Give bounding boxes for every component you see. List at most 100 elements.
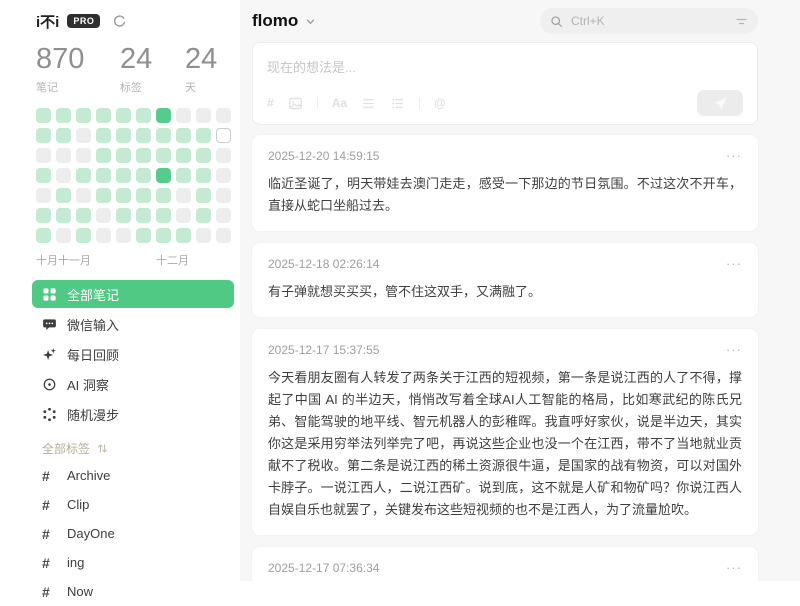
sidebar-item-label: 微信输入: [67, 315, 119, 334]
heatmap-cell: [176, 108, 191, 123]
heatmap-cell: [156, 188, 171, 203]
memo-list: 2025-12-20 14:59:15 ··· 临近圣诞了，明天带娃去澳门走走，…: [252, 135, 758, 581]
stat-days: 24 天: [185, 44, 217, 95]
heatmap-cell: [176, 128, 191, 143]
main-header: flomo: [252, 8, 758, 34]
hash-tool-icon[interactable]: #: [267, 96, 274, 110]
heatmap-cell: [116, 188, 131, 203]
heatmap-cell: [136, 148, 151, 163]
mention-tool-icon[interactable]: @: [434, 96, 446, 110]
tag-item-dayone[interactable]: # DayOne: [32, 519, 234, 548]
heatmap-cell: [176, 208, 191, 223]
memo-header: 2025-12-17 07:36:34 ···: [268, 560, 742, 576]
search-input[interactable]: [569, 13, 735, 29]
sidebar-item-random-walk[interactable]: 随机漫步: [32, 400, 234, 428]
filter-icon[interactable]: [735, 15, 748, 28]
heatmap-cell: [96, 128, 111, 143]
memo-header: 2025-12-20 14:59:15 ···: [268, 148, 742, 164]
more-menu-icon[interactable]: ···: [726, 151, 742, 161]
heatmap-cell: [216, 168, 231, 183]
heatmap-cell: [176, 148, 191, 163]
sidebar-item-daily-review[interactable]: 每日回顾: [32, 340, 234, 368]
heatmap-cell: [96, 208, 111, 223]
user-name: i不i: [36, 11, 59, 32]
heatmap-cell: [36, 188, 51, 203]
tag-item-ing[interactable]: # ing: [32, 548, 234, 577]
format-tool-icon[interactable]: Aa: [332, 96, 347, 110]
tags-header-label: 全部标签: [42, 440, 90, 457]
heatmap-cell: [156, 228, 171, 243]
memo-content: 临近圣诞了，明天带娃去澳门走走，感受一下那边的节日氛围。不过这次不开车，直接从蛇…: [268, 173, 742, 217]
heatmap-cell: [136, 128, 151, 143]
heatmap-cell: [196, 108, 211, 123]
heatmap-cell: [156, 148, 171, 163]
heatmap-cell: [76, 188, 91, 203]
chevron-down-icon: [305, 16, 316, 27]
toolbar-divider: [317, 97, 318, 109]
stat-tags-label: 标签: [120, 79, 185, 95]
tag-item-archive[interactable]: # Archive: [32, 461, 234, 490]
memo-content: 有子弹就想买买买，管不住这双手，又满融了。: [268, 281, 742, 303]
checklist-tool-icon[interactable]: [390, 96, 405, 111]
send-button[interactable]: [697, 90, 743, 116]
stat-tags-value: 24: [120, 44, 185, 74]
heatmap-cell: [56, 188, 71, 203]
tag-item-clip[interactable]: # Clip: [32, 490, 234, 519]
heatmap-cell: [56, 108, 71, 123]
main-area: flomo 现在的想法是...: [240, 0, 800, 581]
heatmap-cell: [96, 228, 111, 243]
stat-memos-label: 笔记: [36, 79, 120, 95]
heatmap-cell: [156, 168, 171, 183]
heatmap-cell: [96, 148, 111, 163]
heatmap-cell: [196, 128, 211, 143]
image-tool-icon[interactable]: [288, 96, 303, 111]
memo-input[interactable]: 现在的想法是...: [267, 57, 743, 76]
heatmap-cell: [76, 108, 91, 123]
tag-label: ing: [67, 555, 84, 570]
more-menu-icon[interactable]: ···: [726, 563, 742, 573]
pro-badge: PRO: [67, 14, 100, 28]
heatmap-cell: [116, 148, 131, 163]
tags-section-header: 全部标签: [42, 440, 234, 457]
hash-icon: #: [42, 526, 57, 542]
heatmap-cell: [196, 148, 211, 163]
tag-item-now[interactable]: # Now: [32, 577, 234, 606]
memo-timestamp: 2025-12-17 15:37:55: [268, 343, 379, 357]
stat-days-value: 24: [185, 44, 217, 74]
heatmap-cell: [136, 168, 151, 183]
memo-editor: 现在的想法是... # Aa: [252, 42, 758, 125]
heatmap-cell: [96, 188, 111, 203]
memo-card: 2025-12-17 07:36:34 ··· 取消高考，恢复举孝廉多好！ 读 …: [252, 547, 758, 581]
memo-card: 2025-12-17 15:37:55 ··· 今天看朋友圈有人转发了两条关于江…: [252, 329, 758, 535]
more-menu-icon[interactable]: ···: [726, 345, 742, 355]
heatmap-cell: [36, 148, 51, 163]
sidebar-item-label: 全部笔记: [67, 285, 119, 304]
heatmap-cell: [196, 228, 211, 243]
heatmap-cell: [36, 168, 51, 183]
sync-refresh-icon[interactable]: [112, 14, 127, 29]
memo-header: 2025-12-17 15:37:55 ···: [268, 342, 742, 358]
memo-card: 2025-12-20 14:59:15 ··· 临近圣诞了，明天带娃去澳门走走，…: [252, 135, 758, 231]
heatmap-cell: [116, 108, 131, 123]
heatmap-cell: [216, 148, 231, 163]
sidebar-item-wechat-input[interactable]: 微信输入: [32, 310, 234, 338]
tag-label: Archive: [67, 468, 110, 483]
sidebar-item-all-memos[interactable]: 全部笔记: [32, 280, 234, 308]
sort-icon[interactable]: [97, 443, 108, 454]
grid-icon: [42, 287, 57, 302]
memo-timestamp: 2025-12-17 07:36:34: [268, 561, 379, 575]
hash-icon: #: [42, 468, 57, 484]
heatmap-cell: [36, 228, 51, 243]
heatmap-cell: [56, 168, 71, 183]
heatmap-cell: [176, 188, 191, 203]
heatmap-cell: [56, 228, 71, 243]
list-tool-icon[interactable]: [361, 96, 376, 111]
search-bar: [540, 8, 758, 34]
more-menu-icon[interactable]: ···: [726, 259, 742, 269]
heatmap-cell: [96, 168, 111, 183]
sparkles-icon: [42, 347, 57, 362]
logo-menu[interactable]: flomo: [252, 11, 316, 31]
heatmap-cell: [116, 128, 131, 143]
month-label: 十一月: [58, 252, 91, 268]
sidebar-item-ai-insight[interactable]: AI 洞察: [32, 370, 234, 398]
